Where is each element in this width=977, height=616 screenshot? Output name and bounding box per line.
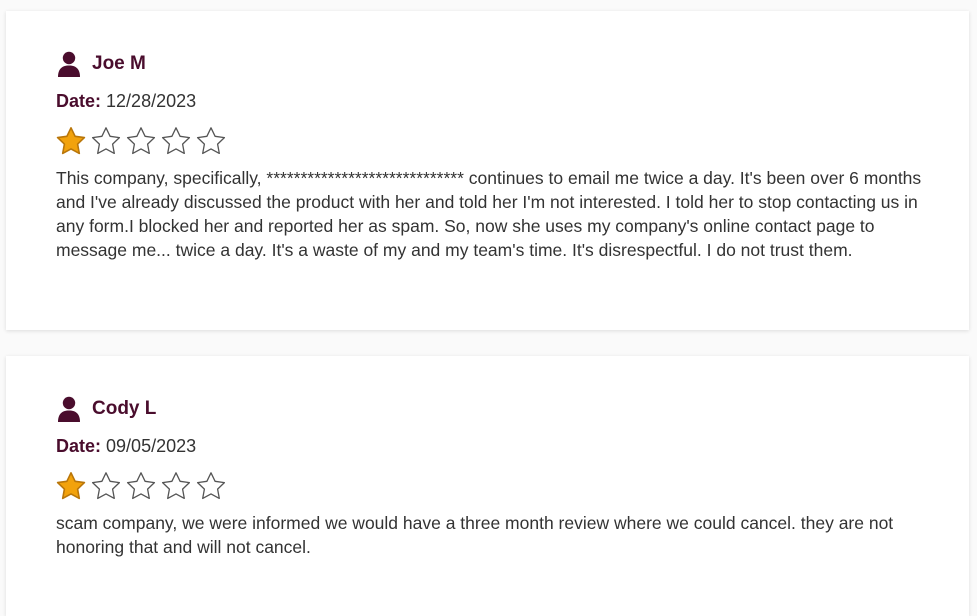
author-name: Joe M: [92, 53, 146, 74]
review-author: Cody L: [56, 395, 923, 423]
review-card: Joe M Date: 12/28/2023 This company, spe…: [6, 11, 969, 330]
star-rating: [56, 126, 923, 156]
user-icon: [58, 396, 80, 422]
date-label: Date:: [56, 91, 102, 111]
star-empty-icon: [196, 127, 226, 155]
star-filled-icon: [56, 472, 86, 500]
review-card: Cody L Date: 09/05/2023 scam company, we…: [6, 356, 969, 616]
date-label: Date:: [56, 436, 102, 456]
date-value: 12/28/2023: [106, 91, 197, 111]
review-author: Joe M: [56, 50, 923, 78]
user-icon: [58, 51, 80, 77]
star-empty-icon: [196, 472, 226, 500]
review-date: Date: 12/28/2023: [56, 89, 923, 113]
review-text: This company, specifically, ************…: [56, 168, 922, 260]
star-empty-icon: [91, 472, 121, 500]
star-empty-icon: [161, 472, 191, 500]
review-date: Date: 09/05/2023: [56, 434, 923, 458]
star-filled-icon: [56, 127, 86, 155]
star-rating: [56, 471, 923, 501]
author-name: Cody L: [92, 398, 157, 419]
star-empty-icon: [126, 472, 156, 500]
star-empty-icon: [161, 127, 191, 155]
star-empty-icon: [91, 127, 121, 155]
date-value: 09/05/2023: [106, 436, 197, 456]
star-empty-icon: [126, 127, 156, 155]
review-text: scam company, we were informed we would …: [56, 513, 894, 557]
